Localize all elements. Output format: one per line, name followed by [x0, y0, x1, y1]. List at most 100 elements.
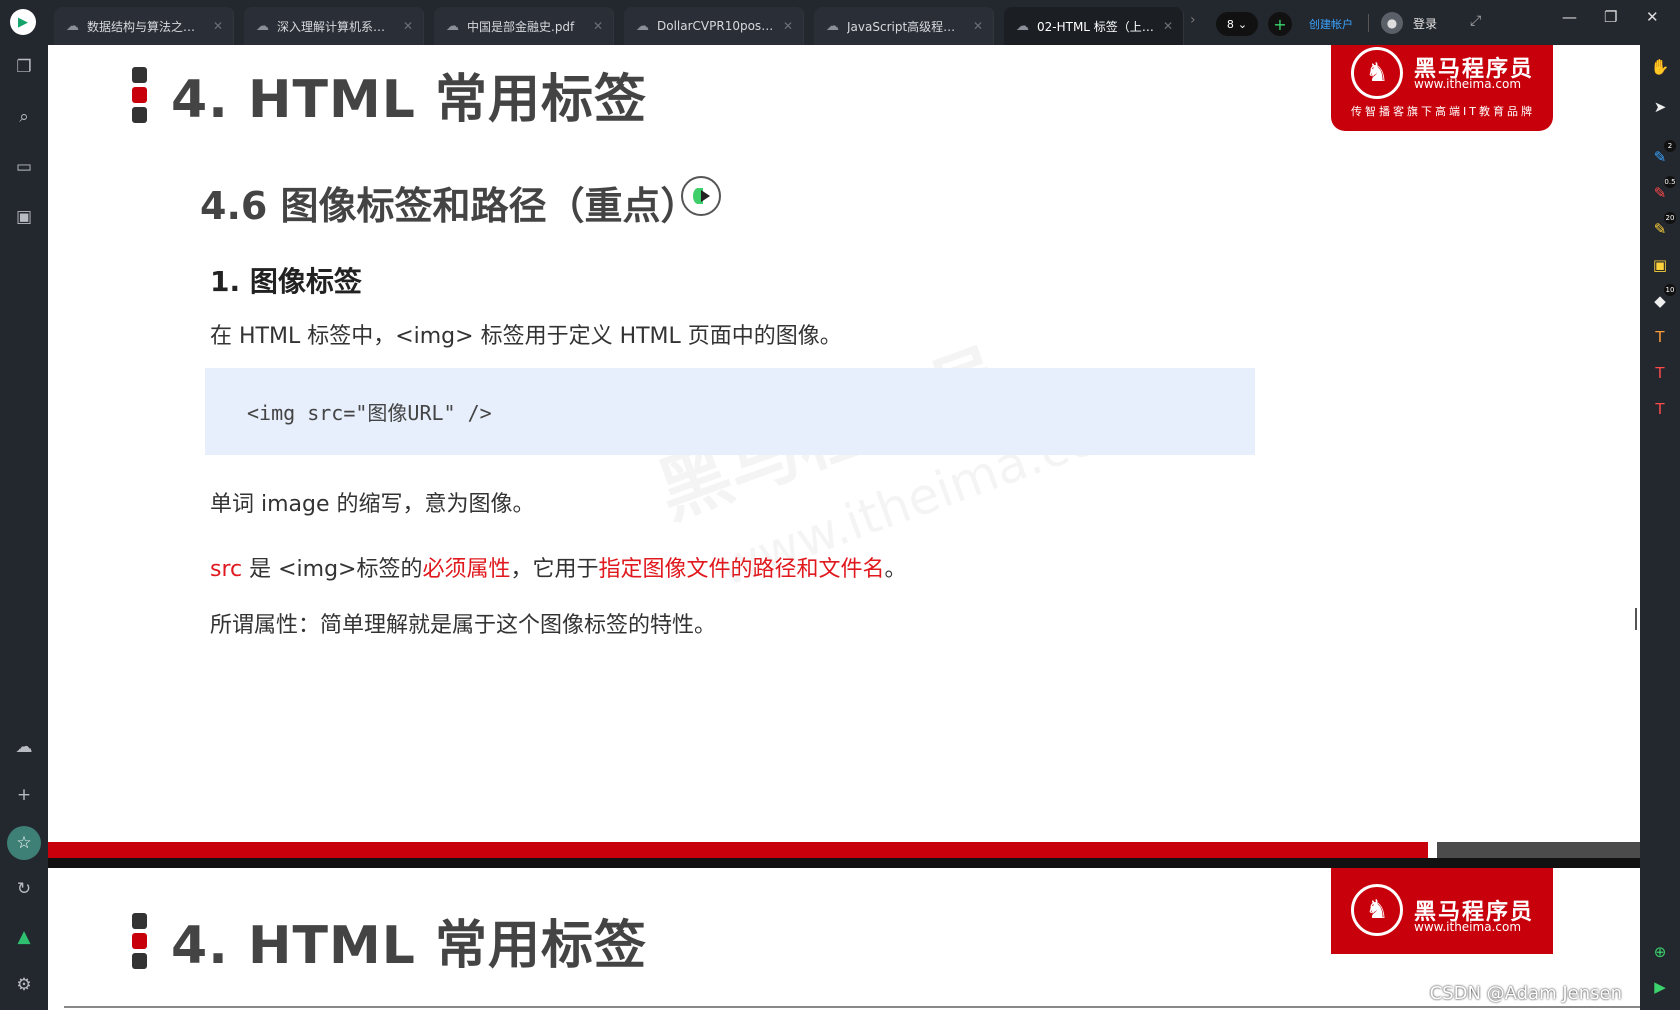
minimize-icon[interactable]: —	[1562, 8, 1577, 26]
close-icon[interactable]: ✕	[593, 19, 603, 33]
graduation-cap-icon[interactable]: ▲	[12, 925, 36, 949]
cloud-icon: ☁	[636, 18, 649, 34]
brand-logo: ♞ 黑马程序员 www.itheima.com 传智播客旗下高端IT教育品牌	[1331, 45, 1553, 131]
play-icon[interactable]: ▶	[1648, 975, 1672, 999]
favorite-star-button[interactable]: ☆	[7, 826, 41, 860]
attr-note-paragraph: 所谓属性：简单理解就是属于这个图像标签的特性。	[210, 613, 717, 638]
src-keyword: src	[210, 557, 243, 582]
tab-label: 深入理解计算机系统.pdf	[277, 19, 395, 34]
sub-title: 1. 图像标签	[210, 265, 362, 298]
marker-icon[interactable]: ✎ 0.5	[1648, 176, 1676, 205]
add-page-icon[interactable]: ⊕	[1648, 940, 1672, 964]
tab-label: JavaScript高级程序设...	[847, 19, 965, 34]
tab-doc-3[interactable]: ☁ 中国是部金融史.pdf ✕	[434, 7, 614, 45]
next-page-header: 4. HTML 常用标签	[132, 903, 647, 978]
tab-label: DollarCVPR10pose.pdf	[657, 19, 775, 33]
section-title: 4.6 图像标签和路径（重点）	[200, 184, 699, 228]
cloud-sync-icon[interactable]: ☁	[12, 735, 36, 759]
src-text-2: ，它用于	[510, 557, 599, 582]
create-account-link[interactable]: 创建帐户	[1309, 16, 1353, 32]
tab-label: 02-HTML 标签（上）....	[1037, 19, 1155, 34]
horse-logo-icon: ♞	[1351, 884, 1403, 936]
text-underline-icon[interactable]: T	[1648, 397, 1672, 421]
comment-icon[interactable]: ▭	[12, 155, 36, 179]
code-text: <img src="图像URL" />	[247, 401, 492, 425]
tab-doc-active[interactable]: ☁ 02-HTML 标签（上）.... ✕	[1004, 7, 1184, 45]
restore-icon[interactable]: ❐	[1604, 8, 1617, 26]
brand-url: www.itheima.com	[1414, 920, 1522, 934]
close-icon[interactable]: ✕	[973, 19, 983, 33]
src-text-1: 是 <img>标签的	[242, 557, 423, 582]
title-decoration	[132, 912, 147, 969]
save-icon[interactable]: ▣	[12, 205, 36, 229]
pen-size-badge: 2	[1664, 140, 1676, 152]
src-paragraph: src 是 <img>标签的必须属性，它用于指定图像文件的路径和文件名。	[210, 551, 907, 583]
eraser-icon[interactable]: ◆ 10	[1648, 284, 1676, 313]
title-decoration	[132, 66, 147, 123]
next-page-brand-logo: ♞ 黑马程序员 www.itheima.com	[1331, 868, 1553, 954]
pdf-viewer[interactable]: 黑马程序员 www.itheima.com 4. HTML 常用标签 ♞ 黑马程…	[48, 45, 1640, 1010]
cloud-icon: ☁	[66, 18, 79, 34]
floating-play-icon[interactable]	[681, 176, 721, 216]
cloud-icon: ☁	[446, 18, 459, 34]
divider	[1368, 14, 1369, 32]
note-icon[interactable]: ▣	[1648, 253, 1672, 277]
code-block: <img src="图像URL" />	[205, 368, 1255, 455]
tab-strip: ☁ 数据结构与算法之美.pdf ✕ ☁ 深入理解计算机系统.pdf ✕ ☁ 中国…	[54, 7, 1194, 45]
close-icon[interactable]: ✕	[213, 19, 223, 33]
marker-size-badge: 0.5	[1664, 176, 1676, 188]
tabs-scroll-right-icon[interactable]: ›	[1190, 12, 1196, 28]
cloud-icon: ☁	[826, 18, 839, 34]
highlighter-icon[interactable]: ✎ 20	[1648, 212, 1676, 241]
search-binoculars-icon[interactable]: ⌕	[12, 105, 36, 129]
gear-icon[interactable]: ⚙	[12, 973, 36, 997]
page-header: 4. HTML 常用标签	[132, 57, 647, 132]
close-icon[interactable]: ✕	[783, 19, 793, 33]
right-toolbar: ✋ ➤ ✎ 2 ✎ 0.5 ✎ 20 ▣ ◆ 10 T T T ⊕ ▶	[1640, 45, 1680, 1010]
chevron-down-icon: ⌄	[1237, 17, 1248, 31]
tab-doc-5[interactable]: ☁ JavaScript高级程序设... ✕	[814, 7, 994, 45]
tab-label: 数据结构与算法之美.pdf	[87, 19, 205, 34]
page-title: 4. HTML 常用标签	[171, 70, 648, 130]
highlighter-size-badge: 20	[1664, 212, 1676, 224]
title-bar: ▶ ‹ ☁ 数据结构与算法之美.pdf ✕ ☁ 深入理解计算机系统.pdf ✕ …	[0, 0, 1680, 45]
text-insert-icon[interactable]: T	[1648, 361, 1672, 385]
close-icon[interactable]: ✕	[1163, 19, 1173, 33]
close-icon[interactable]: ✕	[403, 19, 413, 33]
left-sidebar: ❐ ⌕ ▭ ▣ ☁ + ☆ ↻ ▲ ⚙	[0, 45, 48, 1010]
select-arrow-icon[interactable]: ➤	[1648, 95, 1672, 119]
src-text-3: 。	[884, 557, 907, 582]
user-avatar-icon[interactable]: ●	[1381, 12, 1403, 34]
required-attr-text: 必须属性	[422, 557, 511, 582]
fullscreen-icon[interactable]: ⤢	[1470, 13, 1481, 29]
image-abbr-paragraph: 单词 image 的缩写，意为图像。	[210, 492, 535, 517]
pages-icon[interactable]: ❐	[12, 55, 36, 79]
add-icon[interactable]: +	[12, 783, 36, 807]
tab-doc-4[interactable]: ☁ DollarCVPR10pose.pdf ✕	[624, 7, 804, 45]
page-separator	[48, 858, 1640, 868]
hand-tool-icon[interactable]: ✋	[1648, 55, 1672, 79]
new-tab-button[interactable]: +	[1268, 12, 1292, 36]
path-filename-text: 指定图像文件的路径和文件名	[598, 557, 885, 582]
intro-paragraph: 在 HTML 标签中，<img> 标签用于定义 HTML 页面中的图像。	[210, 324, 842, 349]
tab-count-dropdown[interactable]: 8 ⌄	[1216, 12, 1258, 36]
pen-icon[interactable]: ✎ 2	[1648, 140, 1676, 169]
tab-doc-1[interactable]: ☁ 数据结构与算法之美.pdf ✕	[54, 7, 234, 45]
page-footer-red-band	[48, 842, 1428, 858]
text-box-icon[interactable]: T	[1648, 325, 1672, 349]
tab-doc-2[interactable]: ☁ 深入理解计算机系统.pdf ✕	[244, 7, 424, 45]
next-page-title: 4. HTML 常用标签	[171, 916, 648, 976]
close-window-icon[interactable]: ✕	[1646, 8, 1659, 26]
scrollbar-thumb[interactable]	[1635, 608, 1637, 630]
section-header: 4.6 图像标签和路径（重点）	[200, 175, 699, 230]
tab-count-value: 8	[1226, 17, 1234, 31]
eraser-size-badge: 10	[1664, 284, 1676, 296]
horse-logo-icon: ♞	[1351, 47, 1403, 99]
app-logo-icon[interactable]: ▶	[10, 9, 36, 35]
cloud-icon: ☁	[256, 18, 269, 34]
sync-icon[interactable]: ↻	[12, 877, 36, 901]
brand-url: www.itheima.com	[1414, 77, 1522, 91]
bottom-rule	[64, 1006, 1640, 1008]
login-button[interactable]: 登录	[1413, 15, 1437, 32]
page-footer-grey-band	[1437, 842, 1640, 858]
